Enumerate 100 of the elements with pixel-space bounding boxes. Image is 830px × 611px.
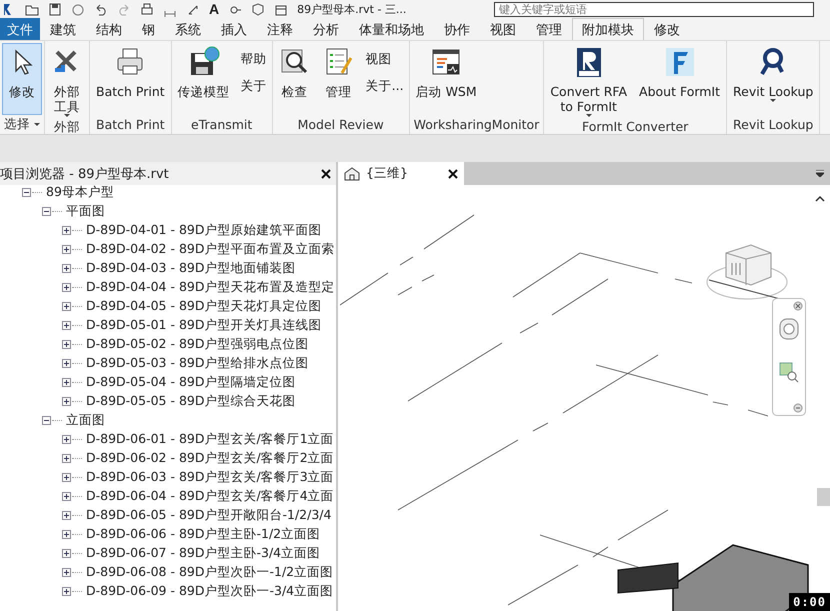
ribbon-button[interactable]: 关于...: [362, 78, 407, 95]
search-field[interactable]: 键入关键字或短语: [494, 2, 814, 16]
panel-title: WorksharingMonitor: [412, 116, 540, 134]
expand-icon[interactable]: [62, 492, 71, 501]
ribbon-tab[interactable]: 系统: [165, 18, 211, 40]
expand-icon[interactable]: [62, 473, 71, 482]
panel-title: Model Review: [296, 116, 385, 134]
tree-item[interactable]: D-89D-06-06 - 89D户型主卧-1/2立面图: [86, 526, 320, 543]
ribbon-button[interactable]: Batch Print: [92, 43, 169, 115]
minimize-icon[interactable]: [793, 403, 803, 413]
collapse-icon[interactable]: [42, 416, 51, 425]
tree-item[interactable]: D-89D-04-03 - 89D户型地面铺装图: [86, 260, 296, 277]
expand-icon[interactable]: [62, 359, 71, 368]
scroll-up-icon[interactable]: [815, 195, 825, 203]
ribbon-button[interactable]: 传递模型: [174, 43, 234, 115]
view-tab[interactable]: {三维}: [338, 162, 464, 185]
ribbon-button[interactable]: 关于: [238, 78, 270, 95]
scrollbar-thumb[interactable]: [817, 488, 830, 506]
tree-item[interactable]: 平面图: [66, 203, 105, 220]
ribbon-button[interactable]: Convert RFA to FormIt: [546, 43, 632, 119]
expand-icon[interactable]: [62, 264, 71, 273]
ribbon-button[interactable]: 管理: [318, 43, 359, 115]
tree-item[interactable]: D-89D-06-05 - 89D户型开敞阳台-1/2/3/4: [86, 507, 332, 524]
ribbon-tab[interactable]: 视图: [480, 18, 526, 40]
ribbon-tab[interactable]: 协作: [434, 18, 480, 40]
ribbon-tab[interactable]: 结构: [86, 18, 132, 40]
expand-icon[interactable]: [62, 568, 71, 577]
expand-icon[interactable]: [62, 378, 71, 387]
tree-item[interactable]: D-89D-06-02 - 89D户型玄关/客餐厅2立面: [86, 450, 334, 467]
file-menu-tab[interactable]: 文件: [0, 18, 40, 40]
expand-icon[interactable]: [62, 226, 71, 235]
tree-item[interactable]: D-89D-06-07 - 89D户型主卧-3/4立面图: [86, 545, 320, 562]
panel-title[interactable]: 选择: [0, 115, 44, 134]
ribbon-button[interactable]: 修改: [2, 43, 42, 115]
ribbon-button[interactable]: 外部 工具: [47, 43, 87, 119]
tree-item[interactable]: D-89D-05-04 - 89D户型隔墙定位图: [86, 374, 296, 391]
window-title: 89户型母本.rvt - 三...: [297, 2, 406, 16]
tree-item[interactable]: D-89D-05-01 - 89D户型开关灯具连线图: [86, 317, 322, 334]
ribbon-tab[interactable]: 注释: [257, 18, 303, 40]
ribbon-tab[interactable]: 钢: [132, 18, 165, 40]
panel-title: eTransmit: [190, 116, 254, 134]
tree-item[interactable]: D-89D-06-03 - 89D户型玄关/客餐厅3立面: [86, 469, 334, 486]
expand-icon[interactable]: [62, 549, 71, 558]
expand-icon[interactable]: [62, 340, 71, 349]
ribbon-button[interactable]: 启动 WSM: [412, 43, 481, 115]
ribbon-tab[interactable]: 管理: [526, 18, 572, 40]
tree-item[interactable]: 89母本户型: [46, 184, 114, 201]
collapse-icon[interactable]: [22, 188, 31, 197]
zoom-icon[interactable]: [779, 362, 799, 383]
tree-item[interactable]: D-89D-04-02 - 89D户型平面布置及立面索: [86, 241, 334, 258]
expand-icon[interactable]: [62, 397, 71, 406]
ribbon-tab[interactable]: 插入: [211, 18, 257, 40]
ribbon-button[interactable]: 帮助: [238, 51, 270, 68]
expand-icon[interactable]: [62, 245, 71, 254]
ribbon-tab[interactable]: 附加模块: [572, 18, 644, 40]
collapse-icon[interactable]: [42, 207, 51, 216]
formit-logo-icon: [664, 46, 696, 78]
tree-item[interactable]: D-89D-06-08 - 89D户型次卧一-1/2立面图: [86, 564, 334, 581]
panel-title: Revit Lookup: [732, 116, 814, 134]
tree-item[interactable]: D-89D-06-09 - 89D户型次卧一-3/4立面图: [86, 583, 334, 600]
close-icon[interactable]: [320, 168, 332, 180]
dropdown-arrow-icon: [586, 114, 592, 117]
expand-icon[interactable]: [62, 283, 71, 292]
panel-title: FormIt Converter: [581, 119, 690, 134]
expand-icon[interactable]: [62, 587, 71, 596]
ribbon-tab[interactable]: 建筑: [40, 18, 86, 40]
tree-item[interactable]: D-89D-04-05 - 89D户型天花灯具定位图: [86, 298, 322, 315]
tree-item[interactable]: D-89D-05-02 - 89D户型强弱电点位图: [86, 336, 308, 353]
close-icon[interactable]: [448, 168, 458, 178]
tree-item[interactable]: D-89D-06-04 - 89D户型玄关/客餐厅4立面: [86, 488, 334, 505]
dropdown-arrow-icon: [770, 99, 776, 102]
ribbon-button[interactable]: Revit Lookup: [729, 43, 818, 115]
expand-icon[interactable]: [62, 454, 71, 463]
house-icon: [344, 166, 360, 181]
print-icon[interactable]: [140, 2, 154, 16]
expand-icon[interactable]: [62, 302, 71, 311]
ribbon-tab[interactable]: 体量和场地: [349, 18, 434, 40]
expand-icon[interactable]: [62, 511, 71, 520]
tree-item[interactable]: D-89D-06-01 - 89D户型玄关/客餐厅1立面: [86, 431, 334, 448]
undo-icon[interactable]: [94, 2, 108, 16]
ribbon-tab[interactable]: 分析: [303, 18, 349, 40]
expand-icon[interactable]: [62, 321, 71, 330]
expand-icon[interactable]: [62, 530, 71, 539]
tree-item[interactable]: D-89D-04-04 - 89D户型天花布置及造型定: [86, 279, 334, 296]
ribbon-button[interactable]: 视图: [362, 51, 407, 68]
tree-item[interactable]: D-89D-05-03 - 89D户型给排水点位图: [86, 355, 308, 372]
tree-item[interactable]: D-89D-05-05 - 89D户型综合天花图: [86, 393, 296, 410]
dropdown-arrow-icon: [64, 114, 70, 117]
ribbon-button[interactable]: About FormIt: [635, 43, 724, 119]
menu-icon[interactable]: [816, 170, 824, 177]
steering-wheel-icon[interactable]: [778, 317, 800, 341]
expand-icon[interactable]: [62, 435, 71, 444]
tree-item[interactable]: D-89D-04-01 - 89D户型原始建筑平面图: [86, 222, 322, 239]
panel-title: 项目浏览器 - 89户型母本.rvt: [0, 166, 169, 182]
ribbon-tab[interactable]: 修改: [644, 18, 690, 40]
tree-item[interactable]: 立面图: [66, 412, 105, 429]
save-icon[interactable]: [48, 2, 62, 16]
ribbon-button[interactable]: 检查: [274, 43, 315, 115]
dropdown-arrow-icon: [34, 123, 40, 126]
text-tool-button[interactable]: A: [209, 1, 220, 17]
